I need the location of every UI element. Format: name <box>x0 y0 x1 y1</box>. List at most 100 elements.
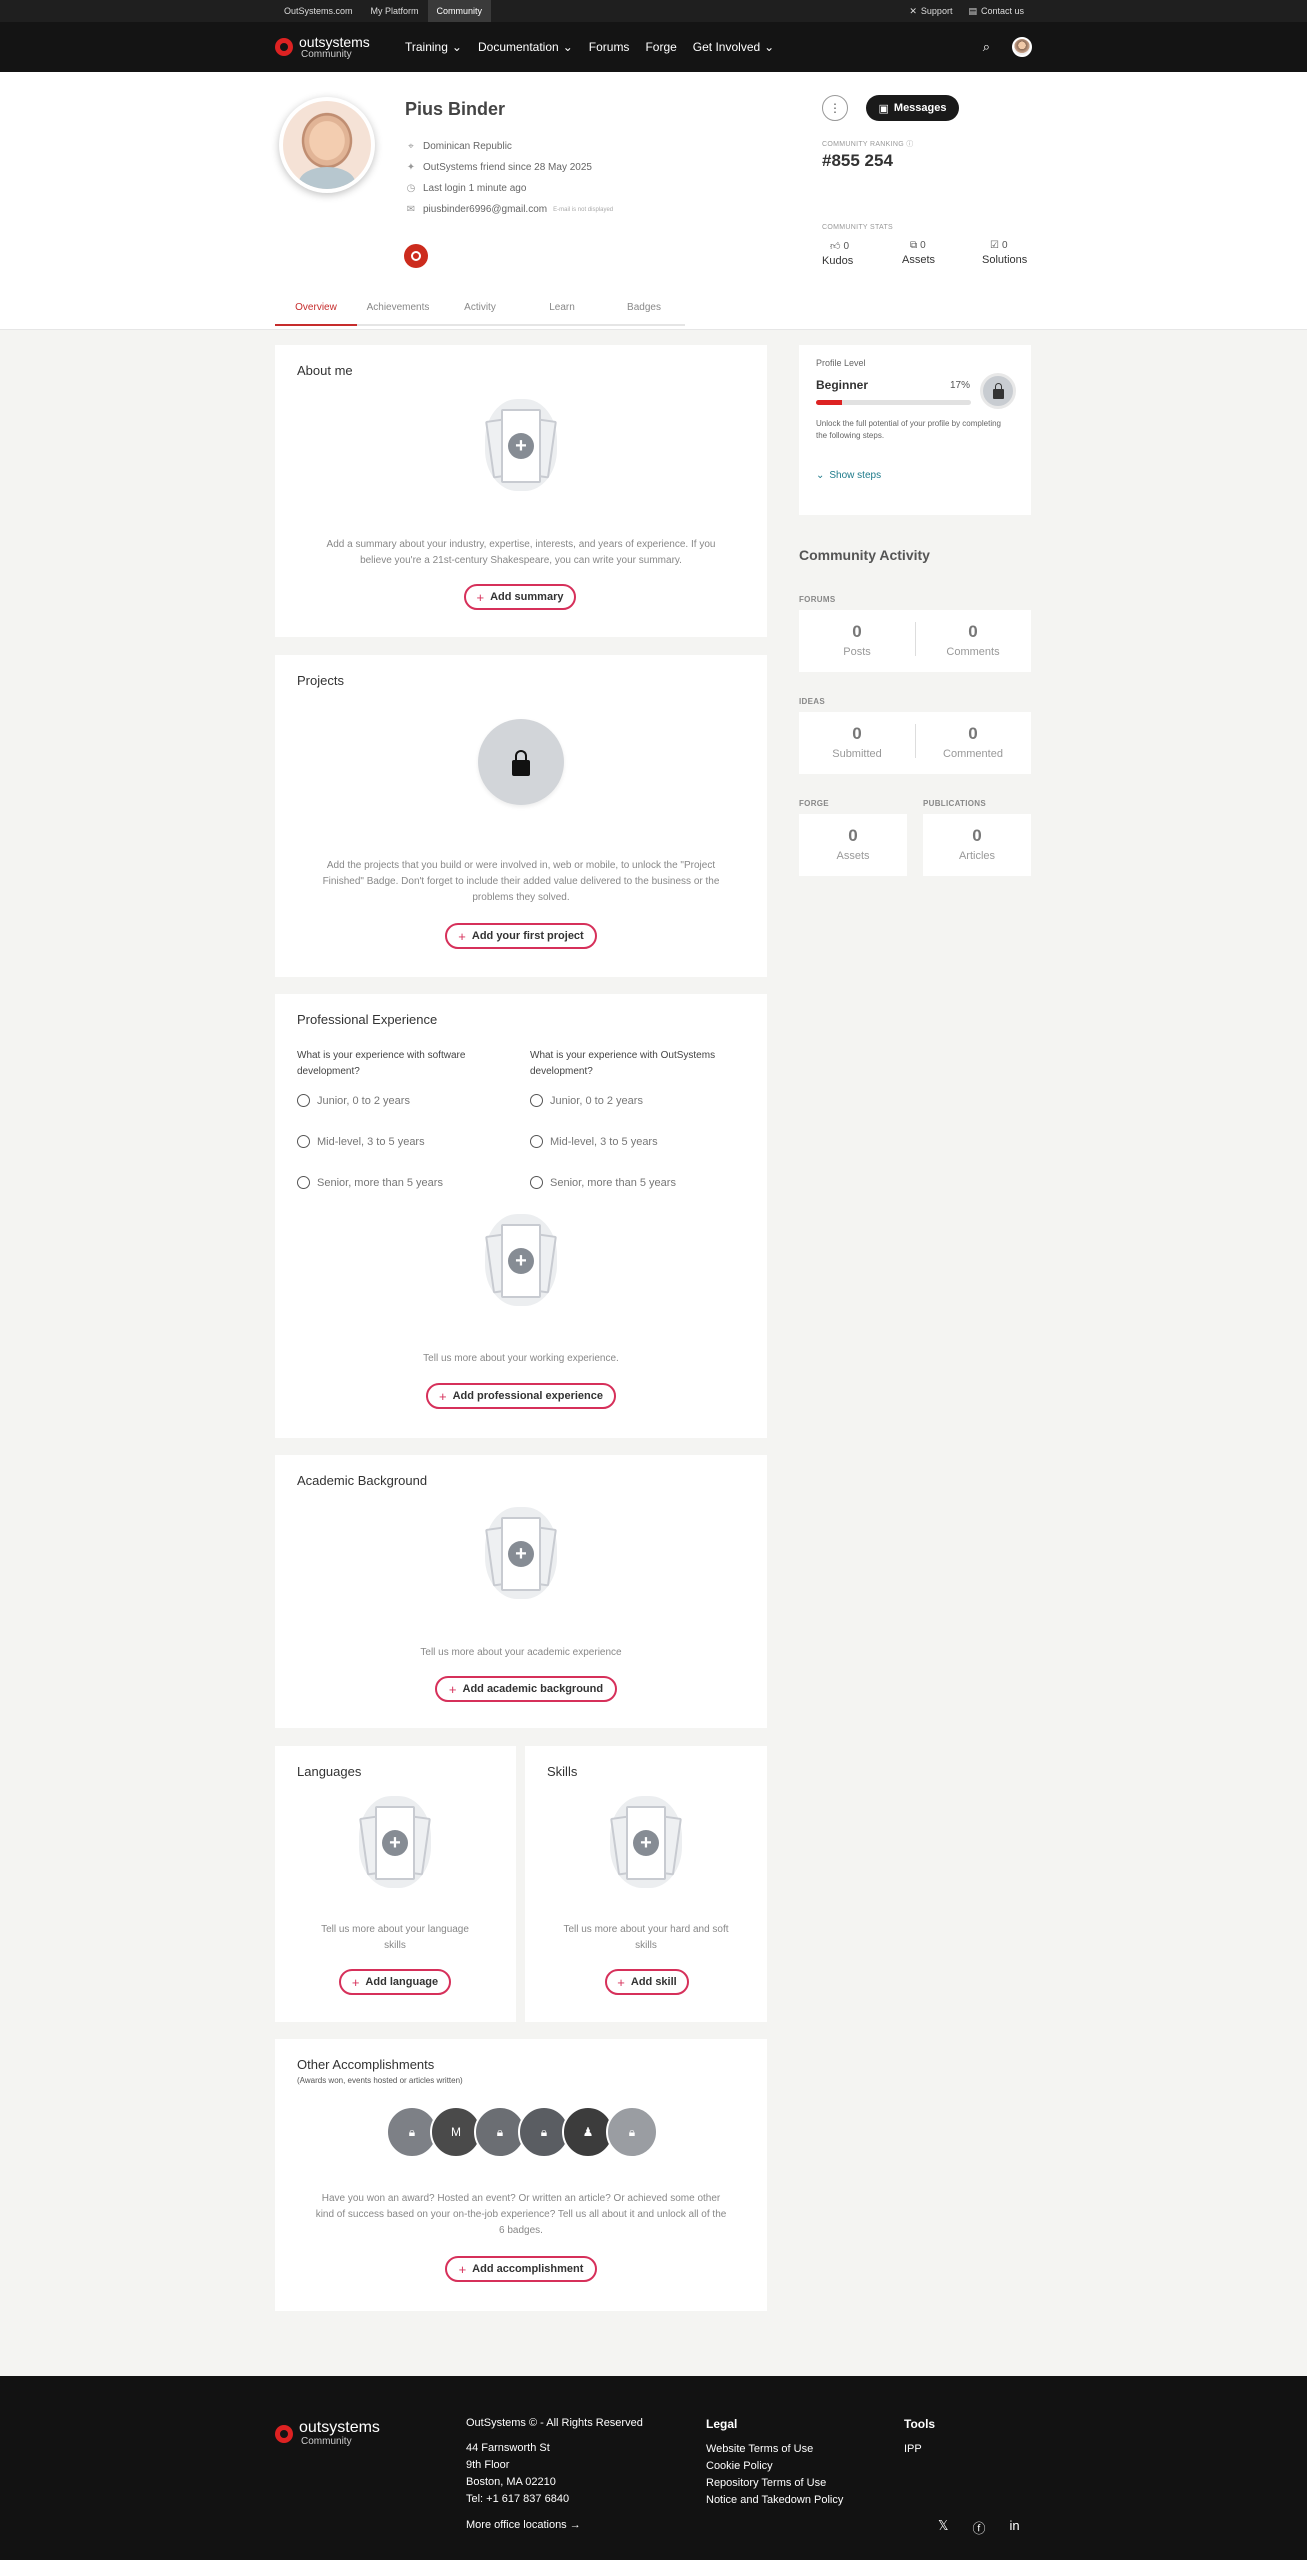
community-activity-title: Community Activity <box>799 547 930 563</box>
forums-stats: 0 Posts 0 Comments <box>799 610 1031 672</box>
add-accomplishment-button[interactable]: + Add accomplishment <box>445 2256 597 2282</box>
add-summary-button[interactable]: + Add summary <box>464 584 576 610</box>
takedown-policy-link[interactable]: Notice and Takedown Policy <box>706 2492 843 2509</box>
profile-level-label: Profile Level <box>816 358 866 368</box>
add-academic-button[interactable]: + Add academic background <box>435 1676 617 1702</box>
forge-assets[interactable]: 0 Assets <box>799 826 907 862</box>
forums-comments[interactable]: 0 Comments <box>915 622 1031 658</box>
radio-software-senior[interactable]: Senior, more than 5 years <box>297 1176 443 1189</box>
add-skill-button[interactable]: + Add skill <box>605 1969 689 1995</box>
outsystems-logo-icon <box>275 2424 293 2443</box>
article-badge-icon: 🔒︎ <box>606 2106 658 2158</box>
plus-icon: + <box>351 1974 360 1990</box>
user-avatar[interactable] <box>1012 37 1032 57</box>
clock-icon: ◷ <box>406 183 416 194</box>
radio-outsystems-senior[interactable]: Senior, more than 5 years <box>530 1176 676 1189</box>
tab-achievements[interactable]: Achievements <box>357 296 439 324</box>
chevron-down-icon: ⌄ <box>451 40 462 54</box>
plus-icon: + <box>508 1541 534 1567</box>
assets-icon: ⧉ <box>910 240 918 251</box>
brand-logo[interactable]: outsystems Community <box>275 35 405 60</box>
tab-learn[interactable]: Learn <box>521 296 603 324</box>
accomplishments-subtitle: (Awards won, events hosted or articles w… <box>297 2076 463 2085</box>
message-icon: ▣ <box>878 102 889 115</box>
question-outsystems: What is your experience with OutSystems … <box>530 1050 716 1077</box>
nav-forge[interactable]: Forge <box>645 40 676 54</box>
professional-experience-card: Professional Experience What is your exp… <box>275 994 767 1438</box>
messages-button[interactable]: ▣ Messages <box>866 95 959 121</box>
tab-activity[interactable]: Activity <box>439 296 521 324</box>
stats-label: COMMUNITY STATS <box>822 224 893 231</box>
community-stats: 👍︎ 0 Kudos ⧉ 0 Assets ☑ 0 Solutions <box>822 240 1062 267</box>
nav-training[interactable]: Training ⌄ <box>405 40 462 54</box>
repository-terms-link[interactable]: Repository Terms of Use <box>706 2475 843 2492</box>
profile-level-card: Profile Level Beginner 17% Unlock the fu… <box>799 345 1031 515</box>
tab-badges[interactable]: Badges <box>603 296 685 324</box>
stat-assets: ⧉ 0 Assets <box>902 240 936 266</box>
publications-label: PUBLICATIONS <box>923 799 987 808</box>
projects-description: Add the projects that you build or were … <box>322 860 720 903</box>
radio-outsystems-mid[interactable]: Mid-level, 3 to 5 years <box>530 1135 658 1148</box>
thumbs-up-icon: 👍︎ <box>830 241 841 252</box>
add-academic-illustration: + <box>481 1507 561 1607</box>
plus-icon: + <box>508 433 534 459</box>
accomplishments-title: Other Accomplishments <box>297 2057 435 2072</box>
social-links: 𝕏 ⓕ in <box>938 2518 1020 2537</box>
ideas-commented[interactable]: 0 Commented <box>915 724 1031 760</box>
profile-level-value: Beginner <box>816 378 869 392</box>
show-steps-button[interactable]: ⌄ Show steps <box>816 470 881 481</box>
cookie-policy-link[interactable]: Cookie Policy <box>706 2458 843 2475</box>
linkedin-icon[interactable]: in <box>1010 2518 1020 2537</box>
x-twitter-icon[interactable]: 𝕏 <box>938 2518 948 2537</box>
terms-link[interactable]: Website Terms of Use <box>706 2441 843 2458</box>
languages-title: Languages <box>297 1764 362 1779</box>
brand-name: outsystems <box>299 33 370 50</box>
accomplishments-description: Have you won an award? Hosted an event? … <box>315 2193 727 2236</box>
ipp-link[interactable]: IPP <box>904 2441 935 2458</box>
radio-outsystems-junior[interactable]: Junior, 0 to 2 years <box>530 1094 643 1107</box>
add-experience-button[interactable]: + Add professional experience <box>426 1383 616 1409</box>
nav-documentation[interactable]: Documentation ⌄ <box>478 40 573 54</box>
ranking-value: #855 254 <box>822 151 893 170</box>
forge-label: FORGE <box>799 799 829 808</box>
chevron-down-icon: ⌄ <box>764 40 775 54</box>
locked-project-illustration <box>478 719 564 805</box>
footer-address: OutSystems © - All Rights Reserved 44 Fa… <box>466 2415 643 2534</box>
publications-stats: 0 Articles <box>923 814 1031 876</box>
email-note: E-mail is not displayed <box>553 206 614 213</box>
outsystems-logo-icon <box>275 38 293 56</box>
ideas-submitted[interactable]: 0 Submitted <box>799 724 915 760</box>
copyright: OutSystems © - All Rights Reserved <box>466 2417 643 2429</box>
forums-posts[interactable]: 0 Posts <box>799 622 915 658</box>
radio-software-mid[interactable]: Mid-level, 3 to 5 years <box>297 1135 425 1148</box>
footer-logo[interactable]: outsystems Community <box>275 2420 405 2447</box>
first-login-badge[interactable] <box>404 244 428 268</box>
more-offices-link[interactable]: More office locations → <box>466 2517 643 2534</box>
link-community[interactable]: Community <box>427 0 492 22</box>
academic-background-card: Academic Background + Tell us more about… <box>275 1455 767 1728</box>
nav-forums[interactable]: Forums <box>589 40 630 54</box>
radio-software-junior[interactable]: Junior, 0 to 2 years <box>297 1094 410 1107</box>
plus-icon: + <box>458 928 466 944</box>
accomplishment-badges: 🔒︎ M 🔒︎ 🔒︎ ♟ 🔒︎ <box>386 2106 658 2158</box>
handshake-icon: ✦ <box>406 162 416 173</box>
facebook-icon[interactable]: ⓕ <box>972 2518 985 2537</box>
plus-icon: + <box>458 2261 467 2277</box>
link-outsystems-com[interactable]: OutSystems.com <box>275 0 362 22</box>
search-icon[interactable]: ⌕ <box>983 39 990 55</box>
publications-articles[interactable]: 0 Articles <box>923 826 1031 862</box>
languages-description: Tell us more about your language skills <box>321 1924 469 1951</box>
chevron-down-icon: ⌄ <box>816 470 825 481</box>
add-project-button[interactable]: + Add your first project <box>445 923 597 949</box>
plus-icon: + <box>382 1830 408 1856</box>
profile-progress-bar <box>816 400 971 405</box>
tab-overview[interactable]: Overview <box>275 296 357 326</box>
info-icon[interactable]: ⓘ <box>906 141 913 148</box>
skills-card: Skills + Tell us more about your hard an… <box>525 1746 767 2022</box>
more-options-button[interactable]: ⋮ <box>822 95 848 121</box>
contact-link[interactable]: ▤ Contact us <box>960 6 1032 17</box>
add-language-button[interactable]: + Add language <box>339 1969 451 1995</box>
support-link[interactable]: ✕ Support <box>901 6 960 17</box>
link-my-platform[interactable]: My Platform <box>362 0 428 22</box>
nav-get-involved[interactable]: Get Involved ⌄ <box>693 40 774 54</box>
